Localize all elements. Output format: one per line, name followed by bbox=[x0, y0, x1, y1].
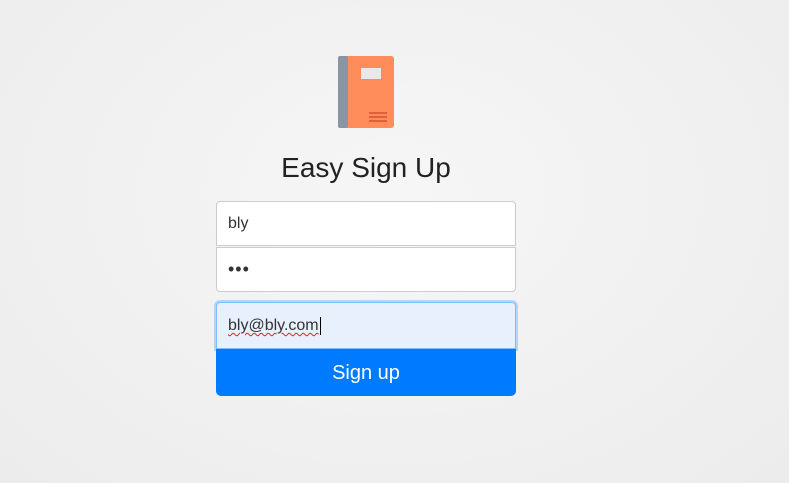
email-value: bly@bly.com bbox=[228, 317, 319, 334]
notebook-icon bbox=[338, 56, 394, 128]
password-field[interactable]: ••• bbox=[216, 247, 516, 292]
page-title: Easy Sign Up bbox=[281, 152, 451, 183]
username-field[interactable]: bly bbox=[216, 201, 516, 246]
signup-button[interactable]: Sign up bbox=[216, 349, 516, 396]
text-caret bbox=[319, 316, 321, 335]
email-field[interactable]: bly@bly.com bbox=[216, 302, 516, 349]
signup-page: Easy Sign Up bly ••• bly@bly.com Sign up bbox=[0, 0, 789, 483]
password-value: ••• bbox=[228, 259, 250, 279]
username-value: bly bbox=[228, 215, 249, 232]
